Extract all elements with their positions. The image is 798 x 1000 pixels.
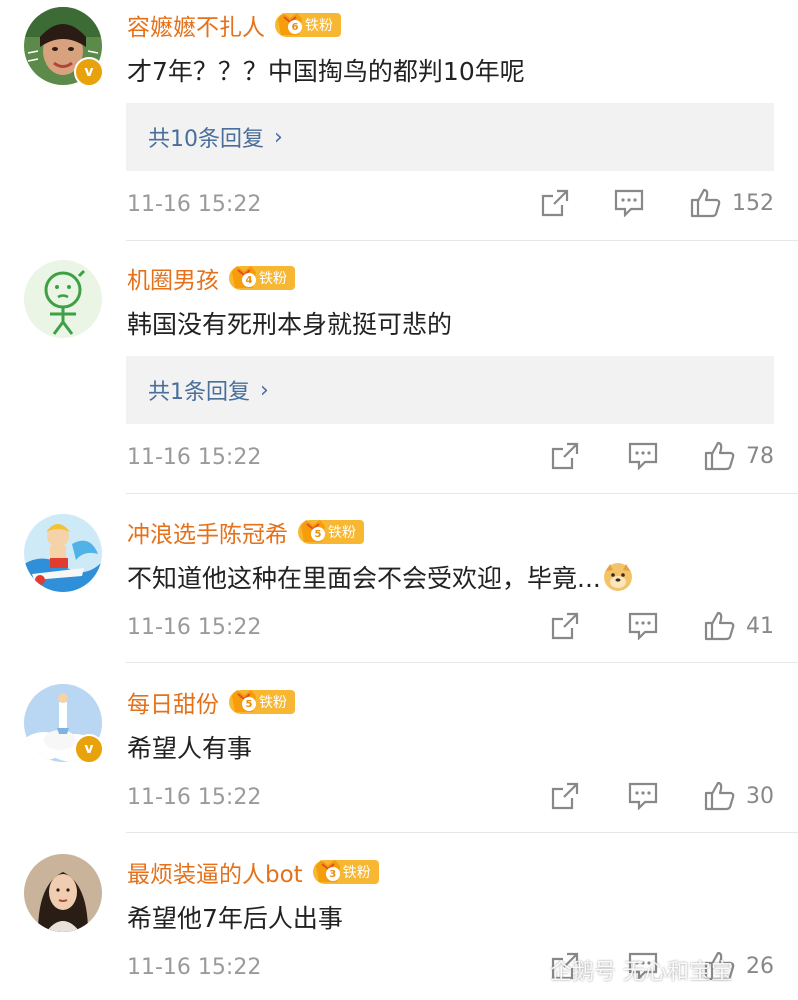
- fan-badge: 6 铁粉: [275, 13, 341, 37]
- like-count: 78: [746, 443, 774, 469]
- username[interactable]: 冲浪选手陈冠希: [127, 515, 288, 549]
- thumbs-up-icon: [704, 611, 735, 641]
- avatar[interactable]: v: [24, 684, 104, 764]
- comment-item: v 每日甜份 5 铁粉 希望人有事 11-16 15:22 30: [0, 677, 798, 832]
- crown-icon: 3: [313, 856, 343, 884]
- comment-button[interactable]: [628, 612, 658, 640]
- watermark: 企鹅号 无心和宝宝: [510, 952, 733, 988]
- crown-icon: 5: [229, 686, 259, 714]
- like-button[interactable]: 152: [690, 188, 774, 218]
- share-button[interactable]: [550, 611, 580, 641]
- fan-level: 4: [242, 273, 256, 287]
- green-doodle-avatar-icon: [24, 260, 102, 338]
- reply-count-label: 共1条回复: [148, 380, 250, 405]
- comment-button[interactable]: [614, 189, 644, 217]
- fan-label: 铁粉: [259, 271, 287, 287]
- username[interactable]: 机圈男孩: [127, 261, 219, 295]
- watermark-text: 企鹅号 无心和宝宝: [550, 960, 733, 985]
- fan-label: 铁粉: [342, 865, 371, 881]
- thumbs-up-icon: [690, 188, 721, 218]
- fan-label: 铁粉: [328, 525, 356, 541]
- share-button[interactable]: [550, 441, 580, 471]
- username[interactable]: 最烦装逼的人bot: [127, 855, 303, 889]
- comment-icon: [614, 189, 644, 217]
- divider: [126, 832, 798, 833]
- chevron-right-icon: ›: [260, 377, 269, 403]
- fan-level: 3: [325, 867, 340, 881]
- comment-icon: [628, 442, 658, 470]
- divider: [126, 662, 798, 663]
- fan-badge: 3 铁粉: [312, 860, 379, 884]
- comment-text: 希望人有事: [127, 734, 253, 763]
- fan-badge: 5 铁粉: [298, 520, 364, 544]
- penguin-logo-icon: [512, 958, 542, 979]
- comment-text: 不知道他这种在里面会不会受欢迎，毕竟...: [127, 564, 601, 593]
- like-count: 30: [746, 783, 774, 809]
- username[interactable]: 每日甜份: [127, 685, 219, 719]
- timestamp: 11-16 15:22: [127, 192, 262, 217]
- fan-badge: 5 铁粉: [229, 690, 295, 714]
- divider: [126, 240, 798, 241]
- like-button[interactable]: 78: [704, 441, 774, 471]
- comment-text: 韩国没有死刑本身就挺可悲的: [127, 310, 453, 339]
- avatar[interactable]: [24, 514, 102, 592]
- fan-level: 6: [288, 20, 302, 34]
- share-icon: [551, 782, 579, 810]
- share-icon: [551, 612, 579, 640]
- reply-count-label: 共10条回复: [148, 127, 264, 152]
- fan-level: 5: [311, 527, 325, 541]
- verified-badge: v: [74, 734, 104, 764]
- crown-icon: 5: [298, 516, 328, 544]
- avatar[interactable]: [24, 854, 102, 932]
- timestamp: 11-16 15:22: [127, 615, 262, 640]
- like-button[interactable]: 41: [704, 611, 774, 641]
- fan-label: 铁粉: [305, 18, 333, 34]
- verified-badge: v: [74, 57, 104, 87]
- chevron-right-icon: ›: [274, 124, 283, 150]
- fan-level: 5: [242, 697, 256, 711]
- timestamp: 11-16 15:22: [127, 955, 262, 980]
- doge-emoji-icon: [603, 563, 632, 591]
- username[interactable]: 容嬷嬷不扎人: [127, 8, 265, 42]
- woman-portrait-avatar-icon: [24, 854, 102, 932]
- like-count: 41: [746, 613, 774, 639]
- reply-expand-button[interactable]: 共10条回复 ›: [126, 103, 774, 171]
- share-icon: [551, 442, 579, 470]
- like-button[interactable]: 30: [704, 781, 774, 811]
- reply-expand-button[interactable]: 共1条回复 ›: [126, 356, 774, 424]
- comment-button[interactable]: [628, 442, 658, 470]
- thumbs-up-icon: [704, 781, 735, 811]
- share-button[interactable]: [550, 781, 580, 811]
- share-icon: [541, 189, 569, 217]
- comment-text-row: 不知道他这种在里面会不会受欢迎，毕竟...: [127, 559, 633, 595]
- thumbs-up-icon: [704, 441, 735, 471]
- like-count: 152: [732, 190, 774, 216]
- fan-badge: 4 铁粉: [229, 266, 295, 290]
- timestamp: 11-16 15:22: [127, 445, 262, 470]
- comment-text: 希望他7年后人出事: [127, 904, 343, 933]
- comment-item: 机圈男孩 4 铁粉 韩国没有死刑本身就挺可悲的 共1条回复 › 11-16 15…: [0, 253, 798, 493]
- comment-button[interactable]: [628, 782, 658, 810]
- avatar[interactable]: v: [24, 7, 104, 87]
- surfer-cartoon-avatar-icon: [24, 514, 102, 592]
- fan-label: 铁粉: [259, 695, 287, 711]
- share-button[interactable]: [540, 188, 570, 218]
- comment-icon: [628, 782, 658, 810]
- avatar[interactable]: [24, 260, 102, 338]
- comment-item: v 容嬷嬷不扎人 6 铁粉 才7年？？？中国掏鸟的都判10年呢 共10条回复 ›…: [0, 0, 798, 240]
- crown-icon: 6: [275, 9, 305, 37]
- timestamp: 11-16 15:22: [127, 785, 262, 810]
- comment-icon: [628, 612, 658, 640]
- crown-icon: 4: [229, 262, 259, 290]
- divider: [126, 493, 798, 494]
- comment-item: 冲浪选手陈冠希 5 铁粉 不知道他这种在里面会不会受欢迎，毕竟... 11-16…: [0, 507, 798, 662]
- comment-text: 才7年？？？中国掏鸟的都判10年呢: [127, 57, 525, 86]
- like-count: 26: [746, 953, 774, 979]
